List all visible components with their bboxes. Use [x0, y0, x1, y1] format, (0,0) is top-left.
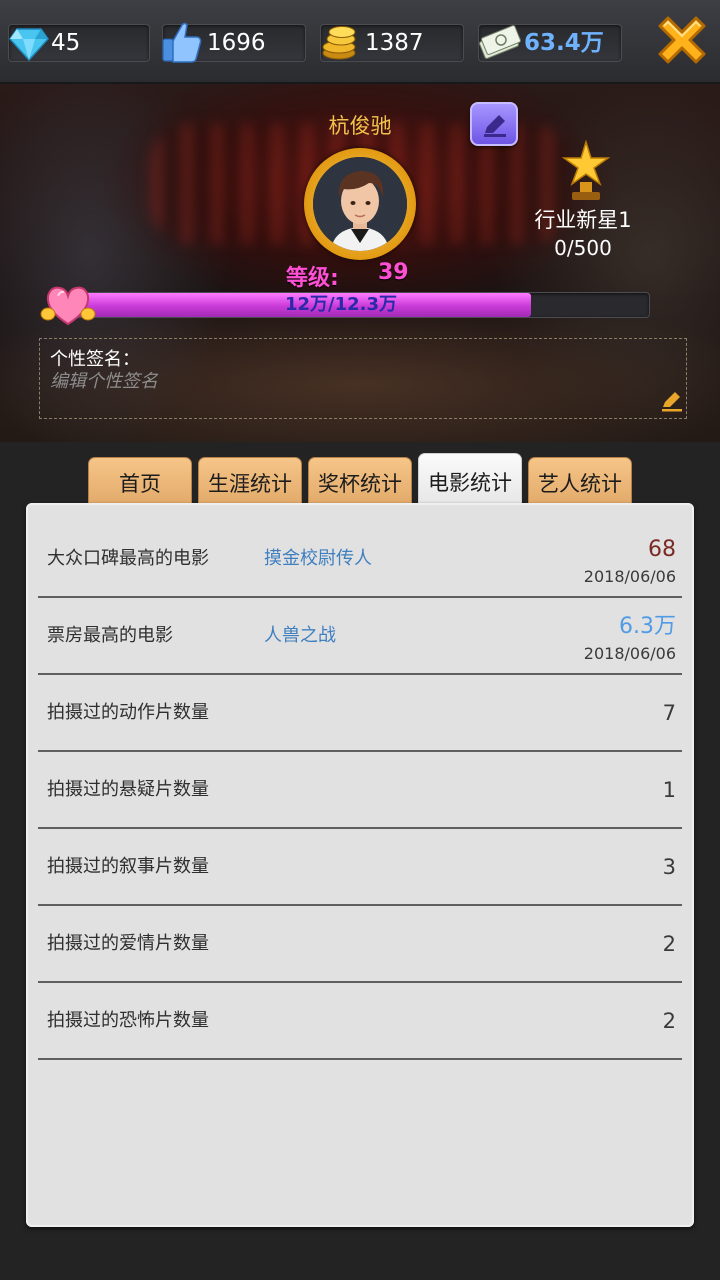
table-row: 大众口碑最高的电影 摸金校尉传人 68 2018/06/06 — [38, 521, 682, 598]
table-row: 拍摄过的悬疑片数量 1 — [38, 752, 682, 829]
level-label: 等级: — [286, 266, 339, 291]
stat-label: 拍摄过的恐怖片数量 — [47, 1010, 209, 1031]
stat-value: 2 — [662, 932, 676, 956]
stat-value: 7 — [662, 701, 676, 725]
cash-counter[interactable]: 63.4万 — [478, 24, 622, 62]
movie-link[interactable]: 人兽之战 — [264, 598, 336, 674]
likes-counter[interactable]: 1696 — [162, 22, 306, 63]
level-value: 39 — [378, 260, 409, 285]
edit-icon — [484, 115, 506, 137]
stat-value: 3 — [662, 855, 676, 879]
stats-section: 首页 生涯统计 奖杯统计 电影统计 艺人统计 大众口碑最高的电影 摸金校尉传人 … — [0, 442, 720, 1280]
diamond-count: 45 — [51, 30, 81, 56]
diamond-counter[interactable]: 45 — [8, 24, 150, 62]
signature-input[interactable]: 编辑个性签名 — [50, 367, 158, 393]
award-progress: 0/500 — [554, 236, 612, 260]
close-button[interactable] — [650, 8, 714, 72]
signature-box[interactable]: 个性签名： 编辑个性签名 — [39, 338, 687, 419]
tab-movie-stats[interactable]: 电影统计 — [418, 453, 522, 507]
profile-panel: 杭俊驰 行业新星1 0/500 等级: 39 12万/12.3万 个性签名： 编… — [0, 84, 720, 442]
xp-text: 12万/12.3万 — [284, 294, 398, 315]
movie-stats-panel: 大众口碑最高的电影 摸金校尉传人 68 2018/06/06 票房最高的电影 人… — [26, 503, 694, 1227]
stat-label: 拍摄过的叙事片数量 — [47, 856, 209, 877]
movie-link[interactable]: 摸金校尉传人 — [264, 521, 372, 597]
tab-artist-stats[interactable]: 艺人统计 — [528, 457, 632, 507]
xp-progress-bar: 12万/12.3万 — [70, 292, 650, 318]
edit-icon[interactable] — [660, 389, 684, 413]
stat-value: 1 — [662, 778, 676, 802]
stat-value: 68 — [648, 537, 676, 562]
heart-icon — [40, 286, 96, 326]
tab-career-stats[interactable]: 生涯统计 — [198, 457, 302, 507]
edit-name-button[interactable] — [470, 102, 518, 146]
avatar-portrait — [313, 157, 407, 251]
table-row: 拍摄过的动作片数量 7 — [38, 675, 682, 752]
stat-label: 拍摄过的悬疑片数量 — [47, 779, 209, 800]
player-name: 杭俊驰 — [328, 114, 392, 138]
coins-counter[interactable]: 1387 — [320, 24, 464, 62]
table-row: 拍摄过的爱情片数量 2 — [38, 906, 682, 983]
tab-home[interactable]: 首页 — [88, 457, 192, 507]
stat-date: 2018/06/06 — [583, 644, 676, 663]
trophy-star-icon[interactable] — [556, 140, 612, 202]
table-row: 票房最高的电影 人兽之战 6.3万 2018/06/06 — [38, 598, 682, 675]
currency-bar: 45 1696 1387 63.4万 — [0, 0, 720, 84]
stat-value: 6.3万 — [619, 614, 676, 639]
stat-label: 票房最高的电影 — [47, 625, 173, 646]
stat-label: 拍摄过的动作片数量 — [47, 702, 209, 723]
diamond-icon — [9, 28, 49, 61]
thumbs-up-icon — [162, 22, 202, 63]
coins-count: 1387 — [365, 30, 424, 56]
stat-label: 大众口碑最高的电影 — [47, 548, 209, 569]
cash-icon — [479, 25, 521, 59]
cash-amount: 63.4万 — [524, 30, 604, 56]
table-row: 拍摄过的叙事片数量 3 — [38, 829, 682, 906]
close-icon — [658, 16, 706, 64]
tab-trophy-stats[interactable]: 奖杯统计 — [308, 457, 412, 507]
stat-label: 拍摄过的爱情片数量 — [47, 933, 209, 954]
stat-date: 2018/06/06 — [583, 567, 676, 586]
stat-value: 2 — [662, 1009, 676, 1033]
coins-icon — [322, 26, 356, 60]
avatar[interactable] — [304, 148, 416, 260]
award-title: 行业新星1 — [534, 208, 632, 232]
likes-count: 1696 — [207, 30, 266, 56]
table-row: 拍摄过的恐怖片数量 2 — [38, 983, 682, 1060]
